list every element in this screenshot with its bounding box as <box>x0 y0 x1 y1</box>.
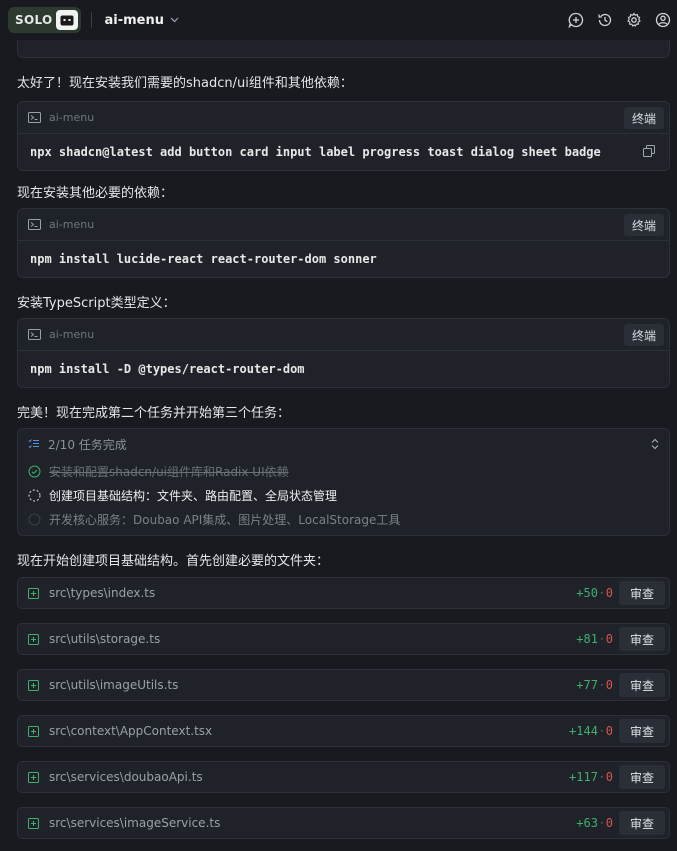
review-button[interactable]: 审查 <box>619 581 665 605</box>
file-added-icon <box>28 725 39 737</box>
review-button[interactable]: 审查 <box>619 719 665 743</box>
terminal-block-title: ai-menu <box>49 218 95 231</box>
command-text[interactable]: npx shadcn@latest add button card input … <box>18 134 669 170</box>
task-item: 创建项目基础结构：文件夹、路由配置、全局状态管理 <box>18 483 669 507</box>
lines-removed: 0 <box>605 632 613 646</box>
file-added-icon <box>28 633 39 645</box>
divider <box>91 12 93 28</box>
top-bar: SOLO ai-menu <box>0 0 677 40</box>
message-text: 完美！现在完成第二个任务并开始第三个任务： <box>17 406 291 421</box>
diff-separator: · <box>599 632 604 646</box>
checklist-icon <box>28 438 40 450</box>
file-change-row[interactable]: src\types\index.ts +50 · 0 审查 <box>17 577 670 609</box>
task-item: 安装和配置shadcn/ui组件库和Radix UI依赖 <box>18 459 669 483</box>
open-terminal-button[interactable]: 终端 <box>623 214 664 236</box>
copy-icon[interactable] <box>643 145 655 157</box>
terminal-icon <box>28 219 41 230</box>
file-added-icon <box>28 817 39 829</box>
history-icon[interactable] <box>595 10 615 30</box>
check-circle-icon <box>28 465 41 478</box>
lines-added: +63 <box>576 816 598 830</box>
diff-separator: · <box>599 724 604 738</box>
chevron-down-icon[interactable] <box>170 17 179 23</box>
file-path: src\utils\storage.ts <box>49 632 161 646</box>
terminal-block-header: ai-menu 终端 <box>18 102 669 134</box>
solo-label: SOLO <box>15 13 53 27</box>
terminal-icon <box>28 112 41 123</box>
task-summary: 2/10 任务完成 <box>48 437 127 452</box>
file-change-row[interactable]: src\context\AppContext.tsx +144 · 0 审查 <box>17 715 670 747</box>
lines-added: +117 <box>569 770 598 784</box>
file-change-row[interactable]: src\services\imageService.ts +63 · 0 审查 <box>17 807 670 839</box>
command-text[interactable]: npm install -D @types/react-router-dom <box>18 351 669 387</box>
project-name[interactable]: ai-menu <box>104 13 164 28</box>
terminal-block: ai-menu 终端 npm install -D @types/react-r… <box>17 318 670 388</box>
gear-icon[interactable] <box>624 10 644 30</box>
review-button[interactable]: 审查 <box>619 673 665 697</box>
lines-added: +144 <box>569 724 598 738</box>
diff-separator: · <box>599 816 604 830</box>
task-item: 开发核心服务：Doubao API集成、图片处理、LocalStorage工具 <box>18 507 669 531</box>
command-label: npx shadcn@latest add button card input … <box>30 145 601 159</box>
review-button[interactable]: 审查 <box>619 811 665 835</box>
diff-separator: · <box>599 586 604 600</box>
task-progress-header[interactable]: 2/10 任务完成 <box>18 429 669 459</box>
chat-content: npx shadcn@latest init 太好了！现在安装我们需要的shad… <box>0 0 677 851</box>
task-label: 开发核心服务：Doubao API集成、图片处理、LocalStorage工具 <box>49 512 401 527</box>
file-added-icon <box>28 771 39 783</box>
message-text: 现在开始创建项目基础结构。首先创建必要的文件夹： <box>17 554 330 569</box>
terminal-block: ai-menu 终端 npm install lucide-react reac… <box>17 208 670 278</box>
lines-removed: 0 <box>605 586 613 600</box>
message-text: 太好了！现在安装我们需要的shadcn/ui组件和其他依赖： <box>17 76 353 91</box>
user-icon[interactable] <box>653 10 673 30</box>
message-text: 安装TypeScript类型定义： <box>17 296 176 311</box>
terminal-block-title: ai-menu <box>49 328 95 341</box>
file-added-icon <box>28 679 39 691</box>
terminal-block-title: ai-menu <box>49 111 95 124</box>
review-button[interactable]: 审查 <box>619 627 665 651</box>
diff-separator: · <box>599 678 604 692</box>
review-button[interactable]: 审查 <box>619 765 665 789</box>
expand-collapse-icon[interactable] <box>651 438 659 450</box>
message-text: 现在安装其他必要的依赖： <box>17 186 174 201</box>
file-change-row[interactable]: src\utils\imageUtils.ts +77 · 0 审查 <box>17 669 670 701</box>
file-added-icon <box>28 587 39 599</box>
file-path: src\types\index.ts <box>49 586 156 600</box>
file-change-row[interactable]: src\utils\storage.ts +81 · 0 审查 <box>17 623 670 655</box>
terminal-block-header: ai-menu 终端 <box>18 209 669 241</box>
lines-added: +77 <box>576 678 598 692</box>
open-terminal-button[interactable]: 终端 <box>623 107 664 129</box>
file-path: src\services\imageService.ts <box>49 816 221 830</box>
lines-added: +50 <box>576 586 598 600</box>
terminal-block: ai-menu 终端 npx shadcn@latest add button … <box>17 101 670 171</box>
lines-removed: 0 <box>605 724 613 738</box>
command-text[interactable]: npm install lucide-react react-router-do… <box>18 241 669 277</box>
file-path: src\utils\imageUtils.ts <box>49 678 179 692</box>
lines-removed: 0 <box>605 678 613 692</box>
pending-circle-icon <box>28 513 41 526</box>
diff-separator: · <box>599 770 604 784</box>
task-label: 安装和配置shadcn/ui组件库和Radix UI依赖 <box>49 464 289 479</box>
solo-mode-badge[interactable]: SOLO <box>8 7 82 33</box>
robot-icon <box>56 10 79 30</box>
task-label: 创建项目基础结构：文件夹、路由配置、全局状态管理 <box>49 488 338 503</box>
lines-added: +81 <box>576 632 598 646</box>
file-path: src\context\AppContext.tsx <box>49 724 213 738</box>
lines-removed: 0 <box>605 816 613 830</box>
task-progress-card: 2/10 任务完成 安装和配置shadcn/ui组件库和Radix UI依赖 创… <box>17 428 670 536</box>
terminal-icon <box>28 329 41 340</box>
lines-removed: 0 <box>605 770 613 784</box>
terminal-block-header: ai-menu 终端 <box>18 319 669 351</box>
chat-add-icon[interactable] <box>566 10 586 30</box>
loading-spinner-icon <box>28 489 41 502</box>
file-change-row[interactable]: src\services\doubaoApi.ts +117 · 0 审查 <box>17 761 670 793</box>
open-terminal-button[interactable]: 终端 <box>623 324 664 346</box>
file-path: src\services\doubaoApi.ts <box>49 770 203 784</box>
